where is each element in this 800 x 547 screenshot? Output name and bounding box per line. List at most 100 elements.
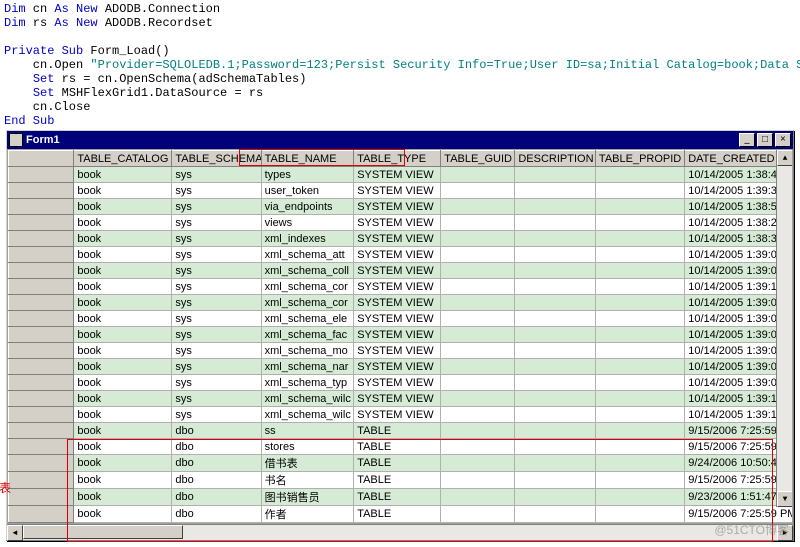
column-header[interactable]: TABLE_TYPE xyxy=(354,151,441,167)
cell[interactable]: book xyxy=(74,199,172,215)
cell[interactable]: sys xyxy=(172,311,261,327)
cell[interactable] xyxy=(595,263,684,279)
cell[interactable] xyxy=(515,343,596,359)
table-row[interactable]: bookdbo借书表TABLE9/24/2006 10:50:45 AM xyxy=(9,455,794,472)
cell[interactable] xyxy=(515,423,596,439)
flexgrid[interactable]: TABLE_CATALOGTABLE_SCHEMATABLE_NAMETABLE… xyxy=(7,149,793,524)
cell[interactable]: user_token xyxy=(261,183,354,199)
cell[interactable] xyxy=(515,407,596,423)
table-row[interactable]: booksysvia_endpointsSYSTEM VIEW10/14/200… xyxy=(9,199,794,215)
column-header[interactable]: TABLE_CATALOG xyxy=(74,151,172,167)
cell[interactable] xyxy=(595,327,684,343)
cell[interactable]: dbo xyxy=(172,455,261,472)
cell[interactable]: book xyxy=(74,231,172,247)
cell[interactable]: SYSTEM VIEW xyxy=(354,327,441,343)
cell[interactable]: 9/15/2006 7:25:59 PM xyxy=(685,506,793,523)
cell[interactable] xyxy=(441,279,515,295)
cell[interactable] xyxy=(515,183,596,199)
cell[interactable] xyxy=(441,359,515,375)
cell[interactable] xyxy=(595,343,684,359)
cell[interactable]: xml_schema_coll xyxy=(261,263,354,279)
cell[interactable]: SYSTEM VIEW xyxy=(354,215,441,231)
cell[interactable]: SYSTEM VIEW xyxy=(354,375,441,391)
cell[interactable]: xml_schema_cor xyxy=(261,295,354,311)
cell[interactable]: dbo xyxy=(172,472,261,489)
cell[interactable] xyxy=(515,359,596,375)
cell[interactable] xyxy=(515,263,596,279)
cell[interactable]: sys xyxy=(172,343,261,359)
scroll-right-icon[interactable]: ► xyxy=(777,525,793,541)
table-row[interactable]: booksysxml_schema_facSYSTEM VIEW10/14/20… xyxy=(9,327,794,343)
cell[interactable] xyxy=(441,247,515,263)
table-row[interactable]: booksystypesSYSTEM VIEW10/14/2005 1:38:4… xyxy=(9,167,794,183)
cell[interactable]: 作者 xyxy=(261,506,354,523)
column-header[interactable]: TABLE_PROPID xyxy=(595,151,684,167)
cell[interactable]: xml_schema_att xyxy=(261,247,354,263)
cell[interactable]: sys xyxy=(172,231,261,247)
cell[interactable] xyxy=(441,375,515,391)
cell[interactable]: SYSTEM VIEW xyxy=(354,407,441,423)
cell[interactable] xyxy=(515,311,596,327)
column-header[interactable]: DESCRIPTION xyxy=(515,151,596,167)
row-header[interactable] xyxy=(9,489,74,506)
cell[interactable] xyxy=(441,199,515,215)
cell[interactable] xyxy=(515,439,596,455)
table-row[interactable]: booksysxml_schema_wilcSYSTEM VIEW10/14/2… xyxy=(9,391,794,407)
row-header[interactable] xyxy=(9,183,74,199)
cell[interactable]: sys xyxy=(172,391,261,407)
cell[interactable] xyxy=(441,327,515,343)
titlebar[interactable]: Form1 _ □ × xyxy=(7,131,793,149)
cell[interactable] xyxy=(595,375,684,391)
cell[interactable] xyxy=(515,506,596,523)
row-header[interactable] xyxy=(9,407,74,423)
cell[interactable]: SYSTEM VIEW xyxy=(354,263,441,279)
cell[interactable] xyxy=(595,311,684,327)
table-row[interactable]: booksysxml_schema_narSYSTEM VIEW10/14/20… xyxy=(9,359,794,375)
cell[interactable]: xml_schema_wilc xyxy=(261,391,354,407)
cell[interactable]: via_endpoints xyxy=(261,199,354,215)
cell[interactable]: 书名 xyxy=(261,472,354,489)
row-header[interactable] xyxy=(9,247,74,263)
cell[interactable] xyxy=(595,391,684,407)
cell[interactable]: xml_schema_typ xyxy=(261,375,354,391)
row-header[interactable] xyxy=(9,263,74,279)
cell[interactable]: views xyxy=(261,215,354,231)
cell[interactable]: TABLE xyxy=(354,489,441,506)
table-row[interactable]: booksysxml_schema_corSYSTEM VIEW10/14/20… xyxy=(9,279,794,295)
table-row[interactable]: booksysxml_schema_collSYSTEM VIEW10/14/2… xyxy=(9,263,794,279)
cell[interactable] xyxy=(441,472,515,489)
table-row[interactable]: booksysxml_schema_moSYSTEM VIEW10/14/200… xyxy=(9,343,794,359)
row-header[interactable] xyxy=(9,199,74,215)
cell[interactable]: book xyxy=(74,295,172,311)
cell[interactable]: SYSTEM VIEW xyxy=(354,231,441,247)
cell[interactable] xyxy=(515,215,596,231)
cell[interactable]: book xyxy=(74,375,172,391)
cell[interactable]: TABLE xyxy=(354,423,441,439)
cell[interactable]: sys xyxy=(172,359,261,375)
cell[interactable] xyxy=(595,489,684,506)
cell[interactable]: book xyxy=(74,439,172,455)
cell[interactable] xyxy=(595,167,684,183)
row-header[interactable] xyxy=(9,359,74,375)
cell[interactable]: book xyxy=(74,506,172,523)
cell[interactable] xyxy=(515,489,596,506)
cell[interactable] xyxy=(595,279,684,295)
cell[interactable] xyxy=(595,423,684,439)
cell[interactable] xyxy=(595,472,684,489)
cell[interactable] xyxy=(441,311,515,327)
cell[interactable]: TABLE xyxy=(354,506,441,523)
cell[interactable]: book xyxy=(74,359,172,375)
cell[interactable] xyxy=(515,247,596,263)
row-header[interactable] xyxy=(9,295,74,311)
cell[interactable] xyxy=(441,439,515,455)
cell[interactable]: SYSTEM VIEW xyxy=(354,183,441,199)
table-row[interactable]: bookdbo书名TABLE9/15/2006 7:25:59 PM xyxy=(9,472,794,489)
cell[interactable]: stores xyxy=(261,439,354,455)
cell[interactable]: 图书销售员 xyxy=(261,489,354,506)
column-header[interactable]: TABLE_GUID xyxy=(441,151,515,167)
cell[interactable] xyxy=(515,327,596,343)
cell[interactable]: book xyxy=(74,455,172,472)
cell[interactable]: SYSTEM VIEW xyxy=(354,391,441,407)
cell[interactable]: book xyxy=(74,247,172,263)
horizontal-scrollbar[interactable]: ◄ ► xyxy=(7,524,793,540)
